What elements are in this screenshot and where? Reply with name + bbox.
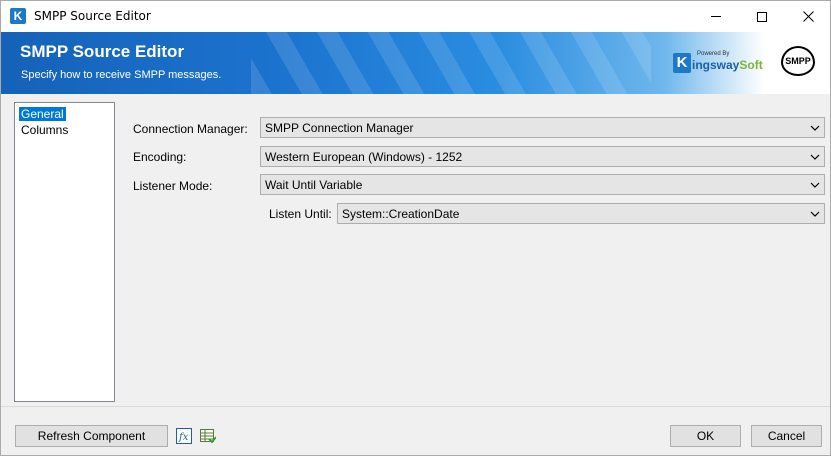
smpp-logo-icon: SMPP — [781, 46, 815, 76]
listener-mode-label: Listener Mode: — [133, 179, 213, 193]
close-button[interactable] — [785, 1, 831, 32]
connection-manager-label: Connection Manager: — [133, 122, 248, 136]
variables-grid-icon[interactable] — [200, 428, 216, 444]
title-bar[interactable]: K SMPP Source Editor — [1, 1, 830, 32]
listen-until-label: Listen Until: — [269, 207, 332, 221]
expression-icon[interactable]: fx — [176, 428, 192, 444]
listen-until-select[interactable]: System::CreationDate — [337, 203, 825, 224]
window-title: SMPP Source Editor — [34, 9, 151, 23]
sidebar-item-columns[interactable]: Columns — [19, 123, 70, 137]
brand-k-icon: K — [673, 53, 691, 73]
listener-mode-select[interactable]: Wait Until Variable — [260, 174, 825, 195]
expression-icon-text: fx — [178, 432, 189, 443]
banner-decoration — [251, 32, 651, 94]
minimize-button[interactable] — [693, 1, 739, 32]
banner-subtitle: Specify how to receive SMPP messages. — [21, 69, 222, 81]
cancel-button[interactable]: Cancel — [751, 425, 822, 447]
brand-name: ingswaySoft — [692, 58, 763, 72]
ok-button[interactable]: OK — [670, 425, 741, 447]
chevron-down-icon — [810, 211, 820, 217]
refresh-component-button[interactable]: Refresh Component — [15, 425, 168, 447]
encoding-select[interactable]: Western European (Windows) - 1252 — [260, 146, 825, 167]
header-banner: SMPP Source Editor Specify how to receiv… — [1, 32, 830, 94]
listen-until-value: System::CreationDate — [342, 207, 460, 221]
brand-name-main: ingsway — [692, 58, 740, 72]
page-list: General Columns — [14, 102, 115, 402]
footer-divider — [1, 406, 830, 407]
maximize-button[interactable] — [739, 1, 785, 32]
maximize-icon — [757, 11, 767, 22]
connection-manager-value: SMPP Connection Manager — [265, 121, 414, 135]
brand-powered-by: Powered By — [697, 51, 730, 57]
chevron-down-icon — [810, 182, 820, 188]
encoding-value: Western European (Windows) - 1252 — [265, 150, 463, 164]
minimize-icon — [711, 16, 721, 17]
kingswaysoft-logo: Powered By K ingswaySoft — [673, 51, 763, 77]
connection-manager-select[interactable]: SMPP Connection Manager — [260, 117, 825, 138]
sidebar-item-general[interactable]: General — [19, 107, 66, 121]
chevron-down-icon — [810, 154, 820, 160]
kingswaysoft-app-icon: K — [10, 8, 26, 24]
encoding-label: Encoding: — [133, 150, 187, 164]
listener-mode-value: Wait Until Variable — [265, 178, 363, 192]
banner-title: SMPP Source Editor — [20, 42, 185, 61]
brand-name-accent: Soft — [739, 58, 763, 72]
close-icon — [802, 11, 814, 22]
dialog-window: K SMPP Source Editor SMPP Source Editor … — [0, 0, 831, 456]
chevron-down-icon — [810, 125, 820, 131]
